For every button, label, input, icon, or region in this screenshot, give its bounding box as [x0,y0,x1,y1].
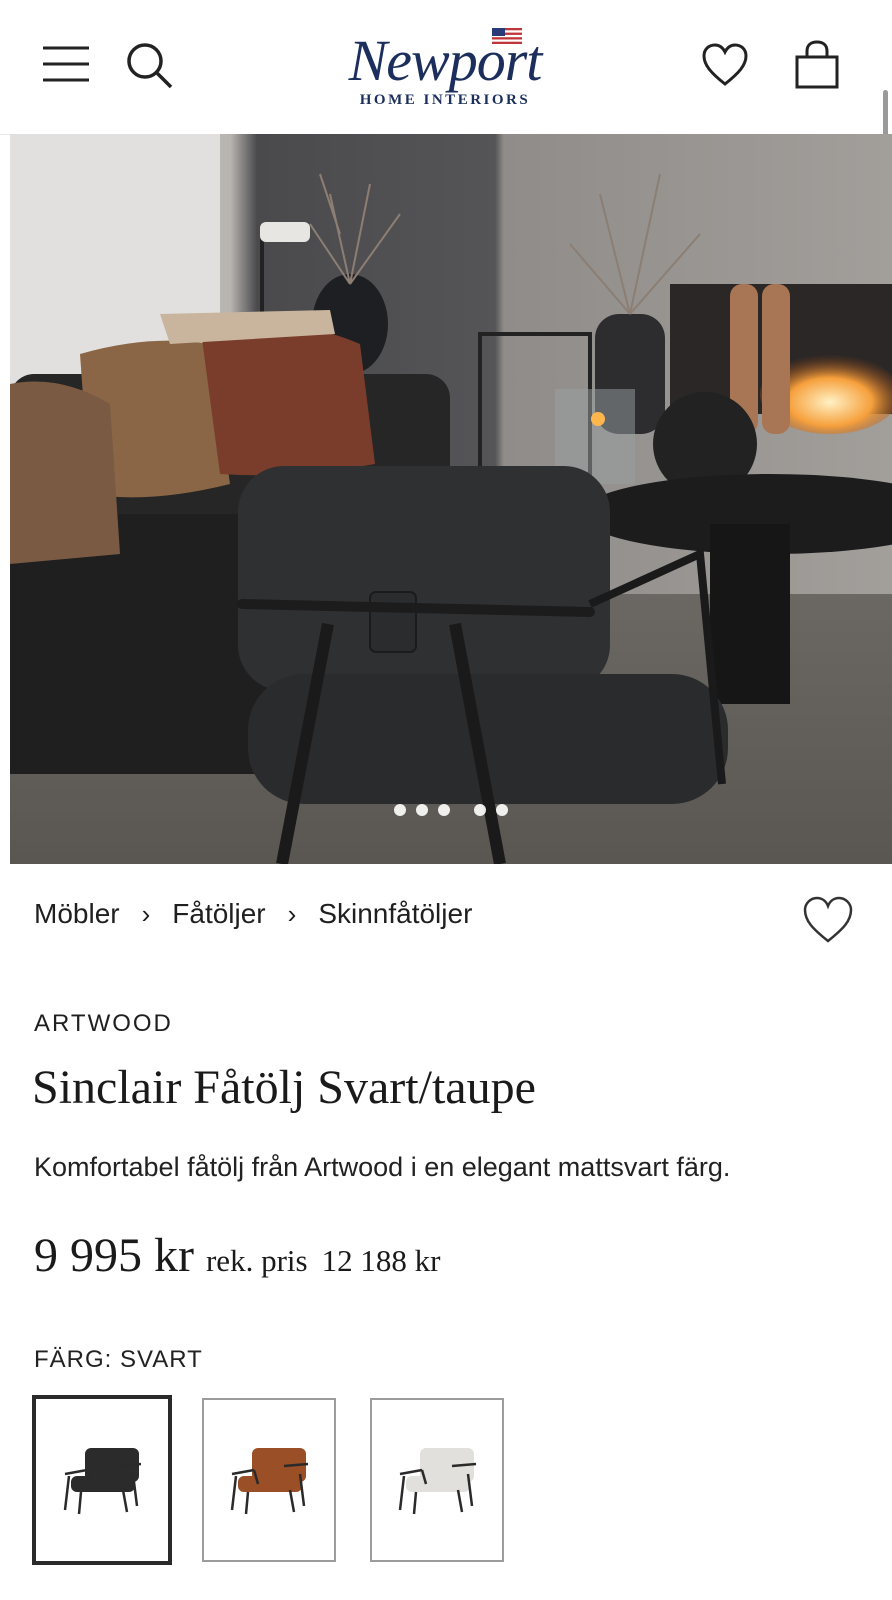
gallery-dot[interactable] [416,804,428,816]
gallery-dot[interactable] [438,804,450,816]
site-header: Newport HOME INTERIORS [0,0,892,135]
site-logo[interactable]: Newport HOME INTERIORS [300,18,590,118]
breadcrumb: Möbler › Fåtöljer › Skinnfåtöljer [34,898,472,930]
logo-tagline: HOME INTERIORS [359,92,531,108]
gallery-dot[interactable] [496,804,508,816]
product-hero-image [10,134,892,864]
color-swatch-cognac[interactable] [202,1398,336,1562]
gallery-dot[interactable] [394,804,406,816]
shopping-bag-icon[interactable] [792,38,842,92]
color-label: FÄRG: SVART [34,1346,203,1373]
price-row: 9 995 kr rek. pris 12 188 kr [34,1228,440,1283]
gallery-pagination [10,804,892,816]
product-description: Komfortabel fåtölj från Artwood i en ele… [34,1152,731,1182]
gallery-dot[interactable] [474,804,486,816]
breadcrumb-item-skinnfatoljer[interactable]: Skinnfåtöljer [318,898,472,930]
color-swatches [32,1395,538,1565]
search-icon[interactable] [124,40,174,90]
menu-icon[interactable] [40,44,92,84]
breadcrumb-item-mobler[interactable]: Möbler [34,898,120,930]
recommended-price-label: rek. pris [205,1243,308,1278]
heart-icon[interactable] [700,40,750,90]
armchair-thumbnail-icon [63,1448,142,1515]
breadcrumb-item-fatoljer[interactable]: Fåtöljer [172,898,265,930]
armchair-thumbnail-icon [230,1448,309,1515]
armchair-thumbnail-icon [398,1448,477,1515]
logo-wordmark: Newport [348,28,543,93]
product-title: Sinclair Fåtölj Svart/taupe [32,1061,536,1114]
recommended-price: 12 188 kr [321,1243,441,1278]
product-image-gallery[interactable] [10,134,892,864]
add-to-wishlist-heart-icon[interactable] [802,896,856,946]
breadcrumb-separator: › [141,898,151,929]
color-swatch-beige[interactable] [370,1398,504,1562]
breadcrumb-separator: › [287,898,297,929]
color-swatch-svart[interactable] [32,1395,172,1565]
product-price: 9 995 kr [34,1229,194,1282]
product-brand[interactable]: ARTWOOD [34,1010,173,1038]
